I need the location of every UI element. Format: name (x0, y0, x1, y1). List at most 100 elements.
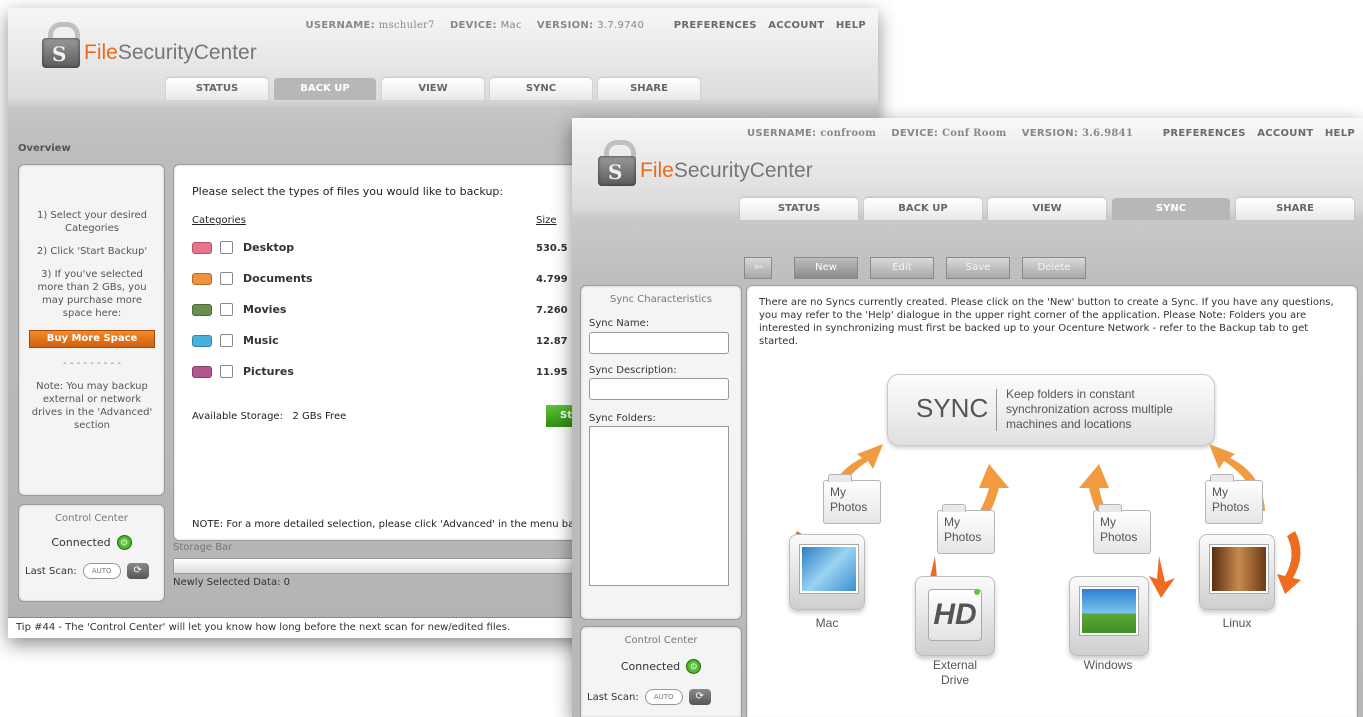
device-label: DEVICE: (449, 20, 497, 31)
preferences-link[interactable]: PREFERENCES (674, 20, 757, 31)
username-value: mschuler7 (378, 20, 435, 31)
connection-status: Connected ⏻ (19, 535, 164, 550)
sync-characteristics-panel: Sync Characteristics Sync Name: Sync Des… (580, 285, 742, 620)
backup-prompt: Please select the types of files you wou… (192, 185, 504, 198)
desktop-checkbox[interactable] (220, 241, 233, 254)
documents-checkbox[interactable] (220, 272, 233, 285)
device-label-mac: Mac (815, 616, 839, 630)
category-size: 4.799 (536, 274, 568, 285)
power-icon: ⏻ (686, 659, 702, 674)
delete-button[interactable]: Delete (1022, 257, 1086, 279)
control-center-title: Control Center (624, 635, 698, 646)
sync-description-label: Sync Description: (589, 365, 677, 376)
device-value: Conf Room (941, 128, 1007, 139)
control-center-title: Control Center (55, 513, 128, 524)
main-tabs: STATUS BACK UP VIEW SYNC SHARE (740, 198, 1354, 220)
refresh-icon[interactable]: ⟳ (688, 689, 711, 705)
windows-device-icon (1069, 576, 1149, 656)
sync-window: USERNAME: confroom DEVICE: Conf Room VER… (572, 118, 1363, 717)
size-header: Size (536, 215, 557, 226)
step-3: 3) If you've selected more than 2 GBs, y… (37, 269, 147, 319)
last-scan-auto-field[interactable]: AUTO (644, 689, 683, 705)
connection-status: Connected ⏻ (581, 659, 741, 674)
help-link[interactable]: HELP (1325, 128, 1355, 139)
tab-view[interactable]: VIEW (382, 78, 484, 100)
sync-description-input[interactable] (589, 378, 729, 400)
category-label: Movies (243, 303, 287, 316)
step-2: 2) Click 'Start Backup' (36, 246, 148, 257)
save-button[interactable]: Save (946, 257, 1010, 279)
account-link[interactable]: ACCOUNT (768, 20, 824, 31)
sync-characteristics-title: Sync Characteristics (609, 294, 713, 305)
device-label-external-drive: External Drive (932, 658, 978, 687)
device-value: Mac (500, 20, 522, 31)
version-label: VERSION: (536, 20, 594, 31)
back-arrow-icon: ⇦ (753, 262, 763, 273)
app-logo: S FileSecurityCenter (38, 22, 257, 68)
top-bar: USERNAME: confroom DEVICE: Conf Room VER… (747, 128, 1355, 139)
last-scan-label: Last Scan: (25, 565, 77, 577)
version-value: 3.7.9740 (597, 20, 645, 31)
top-bar: USERNAME: mschuler7 DEVICE: Mac VERSION:… (306, 20, 867, 31)
mac-device-icon (789, 534, 865, 610)
external-drive-icon: HD (915, 576, 995, 656)
tab-status[interactable]: STATUS (166, 78, 268, 100)
available-storage: Available Storage: 2 GBs Free (192, 411, 346, 422)
username-value: confroom (820, 128, 877, 139)
category-size: 7.260 (536, 305, 568, 316)
main-tabs: STATUS BACK UP VIEW SYNC SHARE (166, 78, 706, 100)
movies-checkbox[interactable] (220, 303, 233, 316)
edit-button[interactable]: Edit (870, 257, 934, 279)
preferences-link[interactable]: PREFERENCES (1163, 128, 1246, 139)
music-color-swatch (192, 334, 212, 347)
category-size: 12.87 (536, 336, 568, 347)
control-center-panel: Control Center Connected ⏻ Last Scan: AUTO… (18, 504, 165, 602)
brand-prefix: File (84, 41, 118, 64)
device-label: DEVICE: (891, 128, 939, 139)
help-link[interactable]: HELP (836, 20, 866, 31)
tab-share[interactable]: SHARE (1236, 198, 1354, 220)
account-link[interactable]: ACCOUNT (1257, 128, 1313, 139)
new-button[interactable]: New (794, 257, 858, 279)
categories-header: Categories (192, 215, 246, 226)
tab-sync[interactable]: SYNC (490, 78, 592, 100)
version-value: 3.6.9841 (1082, 128, 1134, 139)
username-label: USERNAME: (305, 20, 375, 31)
pictures-color-swatch (192, 365, 212, 378)
instructions-panel: 1) Select your desired Categories 2) Cli… (18, 164, 165, 496)
back-arrow-button[interactable]: ⇦ (744, 257, 772, 279)
available-storage-value: 2 GBs Free (292, 411, 347, 422)
section-title: Overview (18, 143, 71, 154)
sync-folders-list[interactable] (589, 426, 729, 586)
my-photos-folder-drive: My Photos (937, 504, 995, 554)
lock-icon: S (594, 140, 638, 186)
drive-led-icon (974, 589, 980, 595)
last-scan-auto-field[interactable]: AUTO (82, 563, 121, 579)
last-scan: Last Scan: AUTO ⟳ (25, 563, 149, 579)
tab-sync[interactable]: SYNC (1112, 198, 1230, 220)
documents-color-swatch (192, 272, 212, 285)
tab-status[interactable]: STATUS (740, 198, 858, 220)
refresh-icon[interactable]: ⟳ (126, 563, 149, 579)
category-label: Documents (243, 272, 313, 285)
tab-backup[interactable]: BACK UP (864, 198, 982, 220)
hd-text: HD (928, 589, 982, 641)
tab-view[interactable]: VIEW (988, 198, 1106, 220)
connection-status-label: Connected (51, 536, 111, 549)
pictures-checkbox[interactable] (220, 365, 233, 378)
last-scan-label: Last Scan: (587, 691, 639, 703)
category-row: Desktop (192, 241, 294, 254)
sync-name-input[interactable] (589, 332, 729, 354)
music-checkbox[interactable] (220, 334, 233, 347)
power-icon: ⏻ (116, 535, 132, 550)
buy-more-space-button[interactable]: Buy More Space (29, 330, 155, 348)
version-label: VERSION: (1021, 128, 1079, 139)
my-photos-folder-linux: My Photos (1205, 474, 1263, 524)
connection-status-label: Connected (620, 660, 681, 673)
my-photos-folder-windows: My Photos (1093, 504, 1151, 554)
tab-share[interactable]: SHARE (598, 78, 700, 100)
desktop-color-swatch (192, 241, 212, 254)
tab-backup[interactable]: BACK UP (274, 78, 376, 100)
category-size: 530.5 (536, 243, 568, 254)
category-row: Movies (192, 303, 286, 316)
